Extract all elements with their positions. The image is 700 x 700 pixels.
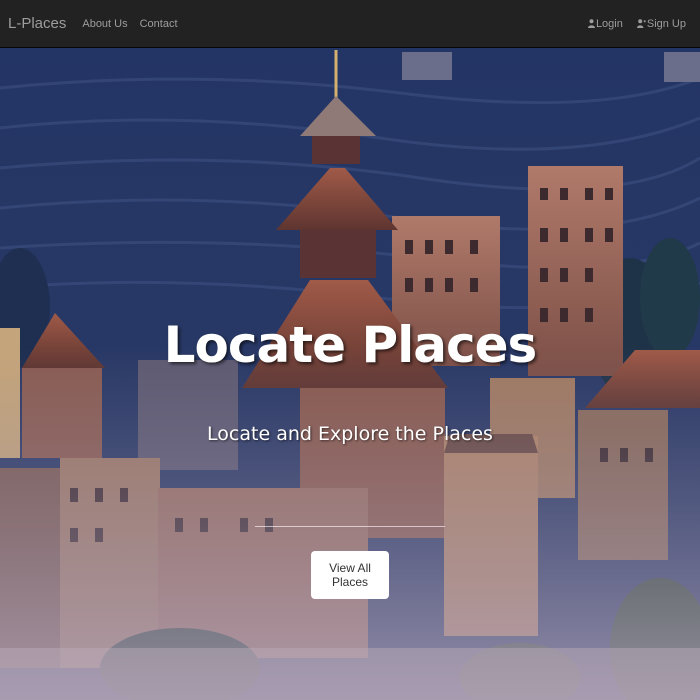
signup-link[interactable]: Sign Up xyxy=(636,17,686,30)
hero-divider xyxy=(255,526,445,527)
user-icon xyxy=(587,19,595,28)
login-label: Login xyxy=(595,17,623,30)
hero-subtitle: Locate and Explore the Places xyxy=(207,423,493,445)
hero-section: Locate Places Locate and Explore the Pla… xyxy=(0,48,700,700)
nav-contact[interactable]: Contact xyxy=(140,18,178,30)
view-all-places-button[interactable]: View All Places xyxy=(311,551,389,599)
nav-right-group: Login Sign Up xyxy=(574,18,686,30)
hero-background-image xyxy=(0,48,700,700)
login-link[interactable]: Login xyxy=(587,17,623,30)
signup-label: Sign Up xyxy=(646,17,686,30)
nav-about-us[interactable]: About Us xyxy=(82,18,127,30)
hero-title: Locate Places xyxy=(163,316,538,374)
user-plus-icon xyxy=(636,19,646,28)
top-navbar: L-Places About Us Contact Login Sign Up xyxy=(0,0,700,48)
brand-link[interactable]: L-Places xyxy=(8,15,66,32)
